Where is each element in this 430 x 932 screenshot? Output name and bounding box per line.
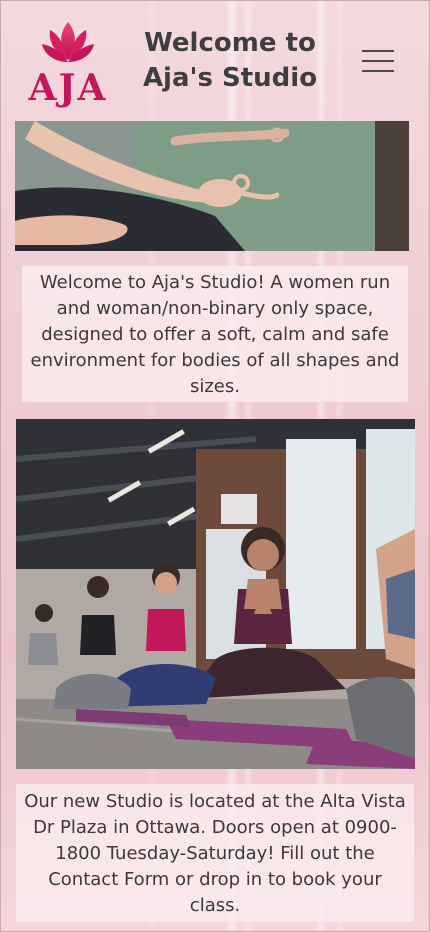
yoga-class-image <box>16 419 415 769</box>
page-title-line-2: Aja's Studio <box>142 63 318 93</box>
meditation-hands-illustration <box>15 121 409 251</box>
meditation-hands-image <box>15 121 409 251</box>
page-title-line-1: Welcome to <box>144 28 316 58</box>
location-text: Our new Studio is located at the Alta Vi… <box>24 791 406 916</box>
lotus-icon <box>42 22 94 62</box>
yoga-class-illustration <box>16 419 415 769</box>
site-logo[interactable]: AJA <box>20 20 116 109</box>
logo-wordmark: AJA <box>28 67 108 109</box>
intro-text-panel: Welcome to Aja's Studio! A women run and… <box>22 266 408 402</box>
page-title: Welcome to Aja's Studio <box>140 26 320 96</box>
hamburger-menu-icon[interactable] <box>360 46 396 76</box>
site-header: AJA Welcome to Aja's Studio <box>0 0 430 120</box>
location-text-panel: Our new Studio is located at the Alta Vi… <box>16 784 414 922</box>
intro-text: Welcome to Aja's Studio! A women run and… <box>30 272 400 397</box>
